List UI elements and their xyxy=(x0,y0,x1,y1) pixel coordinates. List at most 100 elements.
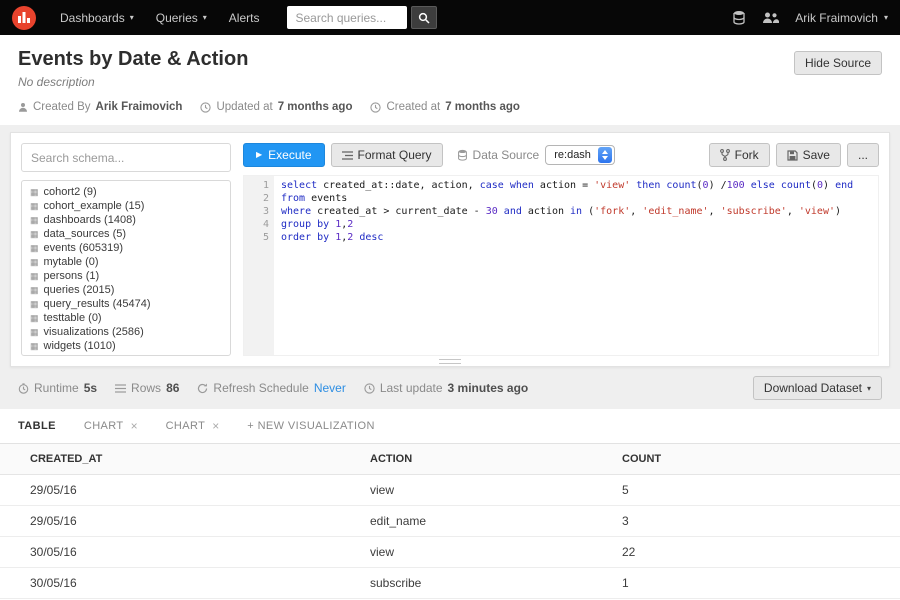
table-grid-icon: ▦ xyxy=(30,228,39,239)
query-meta: Created By Arik Fraimovich Updated at 7 … xyxy=(18,101,882,113)
schema-table-label: cohort2 (9) xyxy=(43,186,97,198)
schema-table-item[interactable]: ▦ data_sources (5) xyxy=(22,227,230,241)
datasource-select[interactable]: re:dash xyxy=(545,145,615,165)
line-numbers: 12345 xyxy=(244,176,274,355)
table-grid-icon: ▦ xyxy=(30,270,39,281)
navbar-right: Arik Fraimovich ▾ xyxy=(732,10,888,25)
data-sources-icon[interactable] xyxy=(732,10,746,25)
visualization-tabs: TABLE CHART × CHART × + NEW VISUALIZATIO… xyxy=(0,409,900,444)
schema-table-list[interactable]: ▦ cohort2 (9) ▦ cohort_example (15) ▦ dashboa… xyxy=(21,180,231,356)
tab-chart-1[interactable]: CHART × xyxy=(84,409,138,443)
select-arrows-icon xyxy=(597,147,612,163)
last-update-status: Last update 3 minutes ago xyxy=(364,381,528,395)
download-dataset-button[interactable]: Download Dataset ▾ xyxy=(752,376,882,400)
runtime-status: Runtime 5s xyxy=(18,381,97,395)
updated-at-value: 7 months ago xyxy=(277,101,353,113)
table-cell: 29/05/16 xyxy=(0,474,360,506)
toolbar-right: Fork Save ... xyxy=(708,143,879,167)
schema-table-item[interactable]: ▦ queries (2015) xyxy=(22,283,230,297)
schema-table-item[interactable]: ▦ mytable (0) xyxy=(22,255,230,269)
runtime-value: 5s xyxy=(83,381,98,395)
table-cell: 3 xyxy=(612,505,900,537)
table-cell: 29/05/16 xyxy=(0,505,360,537)
tab-chart-2[interactable]: CHART × xyxy=(166,409,220,443)
schema-table-item[interactable]: ▦ cohort2 (9) xyxy=(22,185,230,199)
table-cell: view xyxy=(360,536,612,568)
schema-search-input[interactable] xyxy=(21,143,231,172)
refresh-icon xyxy=(198,383,208,393)
nav-alerts[interactable]: Alerts xyxy=(219,11,270,25)
schema-table-label: visualizations (2586) xyxy=(43,326,144,338)
schema-table-item[interactable]: ▦ events (605319) xyxy=(22,241,230,255)
format-query-button[interactable]: Format Query xyxy=(330,143,443,167)
table-cell: view xyxy=(360,474,612,506)
more-options-button[interactable]: ... xyxy=(846,143,879,167)
schema-table-item[interactable]: ▦ cohort_example (15) xyxy=(22,199,230,213)
editor-resize-handle[interactable] xyxy=(439,359,461,364)
schema-table-label: mytable (0) xyxy=(43,256,99,268)
schema-table-label: cohort_example (15) xyxy=(43,200,145,212)
table-cell: 30/05/16 xyxy=(0,567,360,599)
schema-table-label: persons (1) xyxy=(43,270,100,282)
table-cell: 5 xyxy=(612,474,900,506)
play-icon: ▶ xyxy=(256,150,263,159)
tab-table[interactable]: TABLE xyxy=(18,409,56,443)
schema-table-item[interactable]: ▦ visualizations (2586) xyxy=(22,325,230,339)
hide-source-button[interactable]: Hide Source xyxy=(793,51,882,75)
nav-dashboards-label: Dashboards xyxy=(60,10,125,25)
user-menu[interactable]: Arik Fraimovich ▾ xyxy=(795,11,888,25)
save-button[interactable]: Save xyxy=(775,143,841,167)
column-header: ACTION xyxy=(360,444,612,475)
schema-table-label: queries (2015) xyxy=(43,284,115,296)
fork-button[interactable]: Fork xyxy=(708,143,770,167)
schema-table-label: widgets (1010) xyxy=(43,340,116,352)
editor-toolbar: ▶ Execute Format Query Data Source re:da… xyxy=(243,143,879,167)
navbar-search xyxy=(287,6,438,29)
schema-table-item[interactable]: ▦ persons (1) xyxy=(22,269,230,283)
last-update-value: 3 minutes ago xyxy=(447,381,529,395)
updated-at: Updated at 7 months ago xyxy=(200,101,352,113)
search-input[interactable] xyxy=(287,6,408,29)
page-title: Events by Date & Action xyxy=(18,48,249,70)
refresh-schedule-link[interactable]: Never xyxy=(314,381,346,395)
query-description: No description xyxy=(18,75,95,89)
schema-table-item[interactable]: ▦ query_results (45474) xyxy=(22,297,230,311)
fork-icon xyxy=(719,149,730,161)
search-button[interactable] xyxy=(411,6,438,29)
table-grid-icon: ▦ xyxy=(30,214,39,225)
execute-button[interactable]: ▶ Execute xyxy=(243,143,325,167)
stopwatch-icon xyxy=(18,382,29,394)
tab-new-visualization[interactable]: + NEW VISUALIZATION xyxy=(247,409,375,443)
nav-queries-label: Queries xyxy=(155,10,198,25)
datasource-label: Data Source xyxy=(457,148,539,162)
table-row: 30/05/16 view 22 xyxy=(0,536,900,568)
close-icon[interactable]: × xyxy=(212,419,219,433)
user-name: Arik Fraimovich xyxy=(795,10,878,25)
format-icon xyxy=(341,150,353,160)
nav-alerts-label: Alerts xyxy=(228,10,260,25)
rows-list-icon xyxy=(115,383,127,393)
chevron-down-icon: ▾ xyxy=(883,13,888,22)
schema-table-item[interactable]: ▦ dashboards (1408) xyxy=(22,213,230,227)
user-groups-icon[interactable] xyxy=(762,11,780,24)
query-editor-section: ▦ cohort2 (9) ▦ cohort_example (15) ▦ dashboa… xyxy=(10,132,890,367)
schema-table-item[interactable]: ▦ widgets (1010) xyxy=(22,339,230,353)
schema-table-item[interactable]: ▦ testtable (0) xyxy=(22,311,230,325)
sql-editor[interactable]: 12345 select created_at::date, action, c… xyxy=(243,175,879,356)
chevron-down-icon: ▾ xyxy=(129,13,134,22)
redash-logo[interactable] xyxy=(12,5,36,30)
table-row: 29/05/16 edit_name 3 xyxy=(0,505,900,537)
chevron-down-icon: ▾ xyxy=(202,13,207,22)
table-cell: 30/05/16 xyxy=(0,536,360,568)
column-header: CREATED_AT xyxy=(0,444,360,475)
created-at: Created at 7 months ago xyxy=(370,101,520,113)
rows-value: 86 xyxy=(166,381,180,395)
created-by-name: Arik Fraimovich xyxy=(95,101,183,113)
nav-queries[interactable]: Queries ▾ xyxy=(146,11,217,25)
close-icon[interactable]: × xyxy=(131,419,138,433)
table-grid-icon: ▦ xyxy=(30,200,39,211)
nav-dashboards[interactable]: Dashboards ▾ xyxy=(50,11,144,25)
table-grid-icon: ▦ xyxy=(30,312,39,323)
table-cell: subscribe xyxy=(360,567,612,599)
editor-pane: ▶ Execute Format Query Data Source re:da… xyxy=(243,143,879,356)
